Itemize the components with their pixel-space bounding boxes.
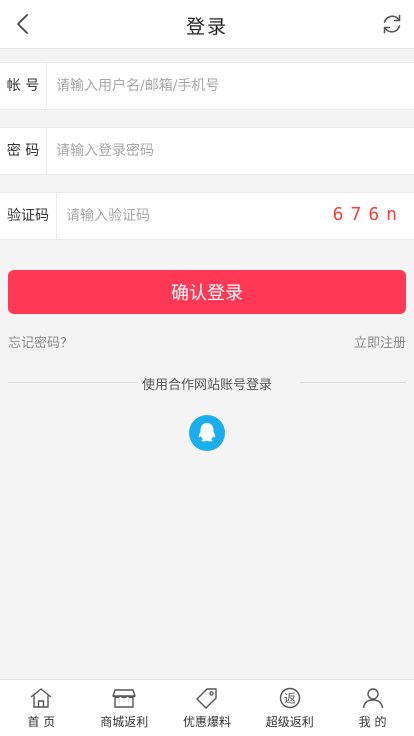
tab-mine-label: 我 的 xyxy=(358,715,387,729)
tag-icon xyxy=(196,688,217,709)
tab-super-rebate[interactable]: 返 超级返利 xyxy=(248,680,331,736)
tab-super-rebate-label: 超级返利 xyxy=(265,715,314,729)
account-input[interactable] xyxy=(56,63,396,109)
password-label: 密 码 xyxy=(0,128,47,174)
home-icon xyxy=(30,688,52,708)
account-label: 帐 号 xyxy=(0,63,47,109)
captcha-image[interactable]: 676n xyxy=(333,204,404,225)
social-login-heading: 使用合作网站账号登录 xyxy=(141,378,272,393)
refresh-button[interactable] xyxy=(380,12,404,36)
password-input[interactable] xyxy=(56,128,396,174)
header-bar: 登录 xyxy=(0,0,414,49)
tab-deals[interactable]: 优惠爆料 xyxy=(166,680,249,736)
user-icon xyxy=(362,688,383,709)
tab-mall-rebate[interactable]: 商城返利 xyxy=(83,680,166,736)
tab-home[interactable]: 首 页 xyxy=(0,680,83,736)
svg-text:返: 返 xyxy=(284,692,296,706)
store-icon xyxy=(112,689,136,708)
login-button[interactable]: 确认登录 xyxy=(8,270,406,314)
page-title: 登录 xyxy=(185,16,228,38)
refresh-icon xyxy=(383,14,401,34)
tab-home-label: 首 页 xyxy=(27,715,56,729)
captcha-input[interactable] xyxy=(66,193,306,239)
captcha-label: 验证码 xyxy=(0,193,57,239)
forgot-password-link[interactable]: 忘记密码？ xyxy=(8,332,73,351)
tab-deals-label: 优惠爆料 xyxy=(182,715,231,729)
qq-icon xyxy=(198,423,216,442)
tab-mall-rebate-label: 商城返利 xyxy=(100,715,149,729)
account-row: 帐 号 xyxy=(0,62,414,110)
password-row: 密 码 xyxy=(0,127,414,175)
rebate-icon: 返 xyxy=(279,687,300,709)
qq-login-button[interactable] xyxy=(189,415,225,451)
register-link[interactable]: 立即注册 xyxy=(354,332,406,351)
captcha-row: 验证码 676n xyxy=(0,192,414,240)
tab-mine[interactable]: 我 的 xyxy=(331,680,414,736)
bottom-tab-bar: 首 页 商城返利 优惠爆料 返 超级返利 我 的 xyxy=(0,679,414,736)
